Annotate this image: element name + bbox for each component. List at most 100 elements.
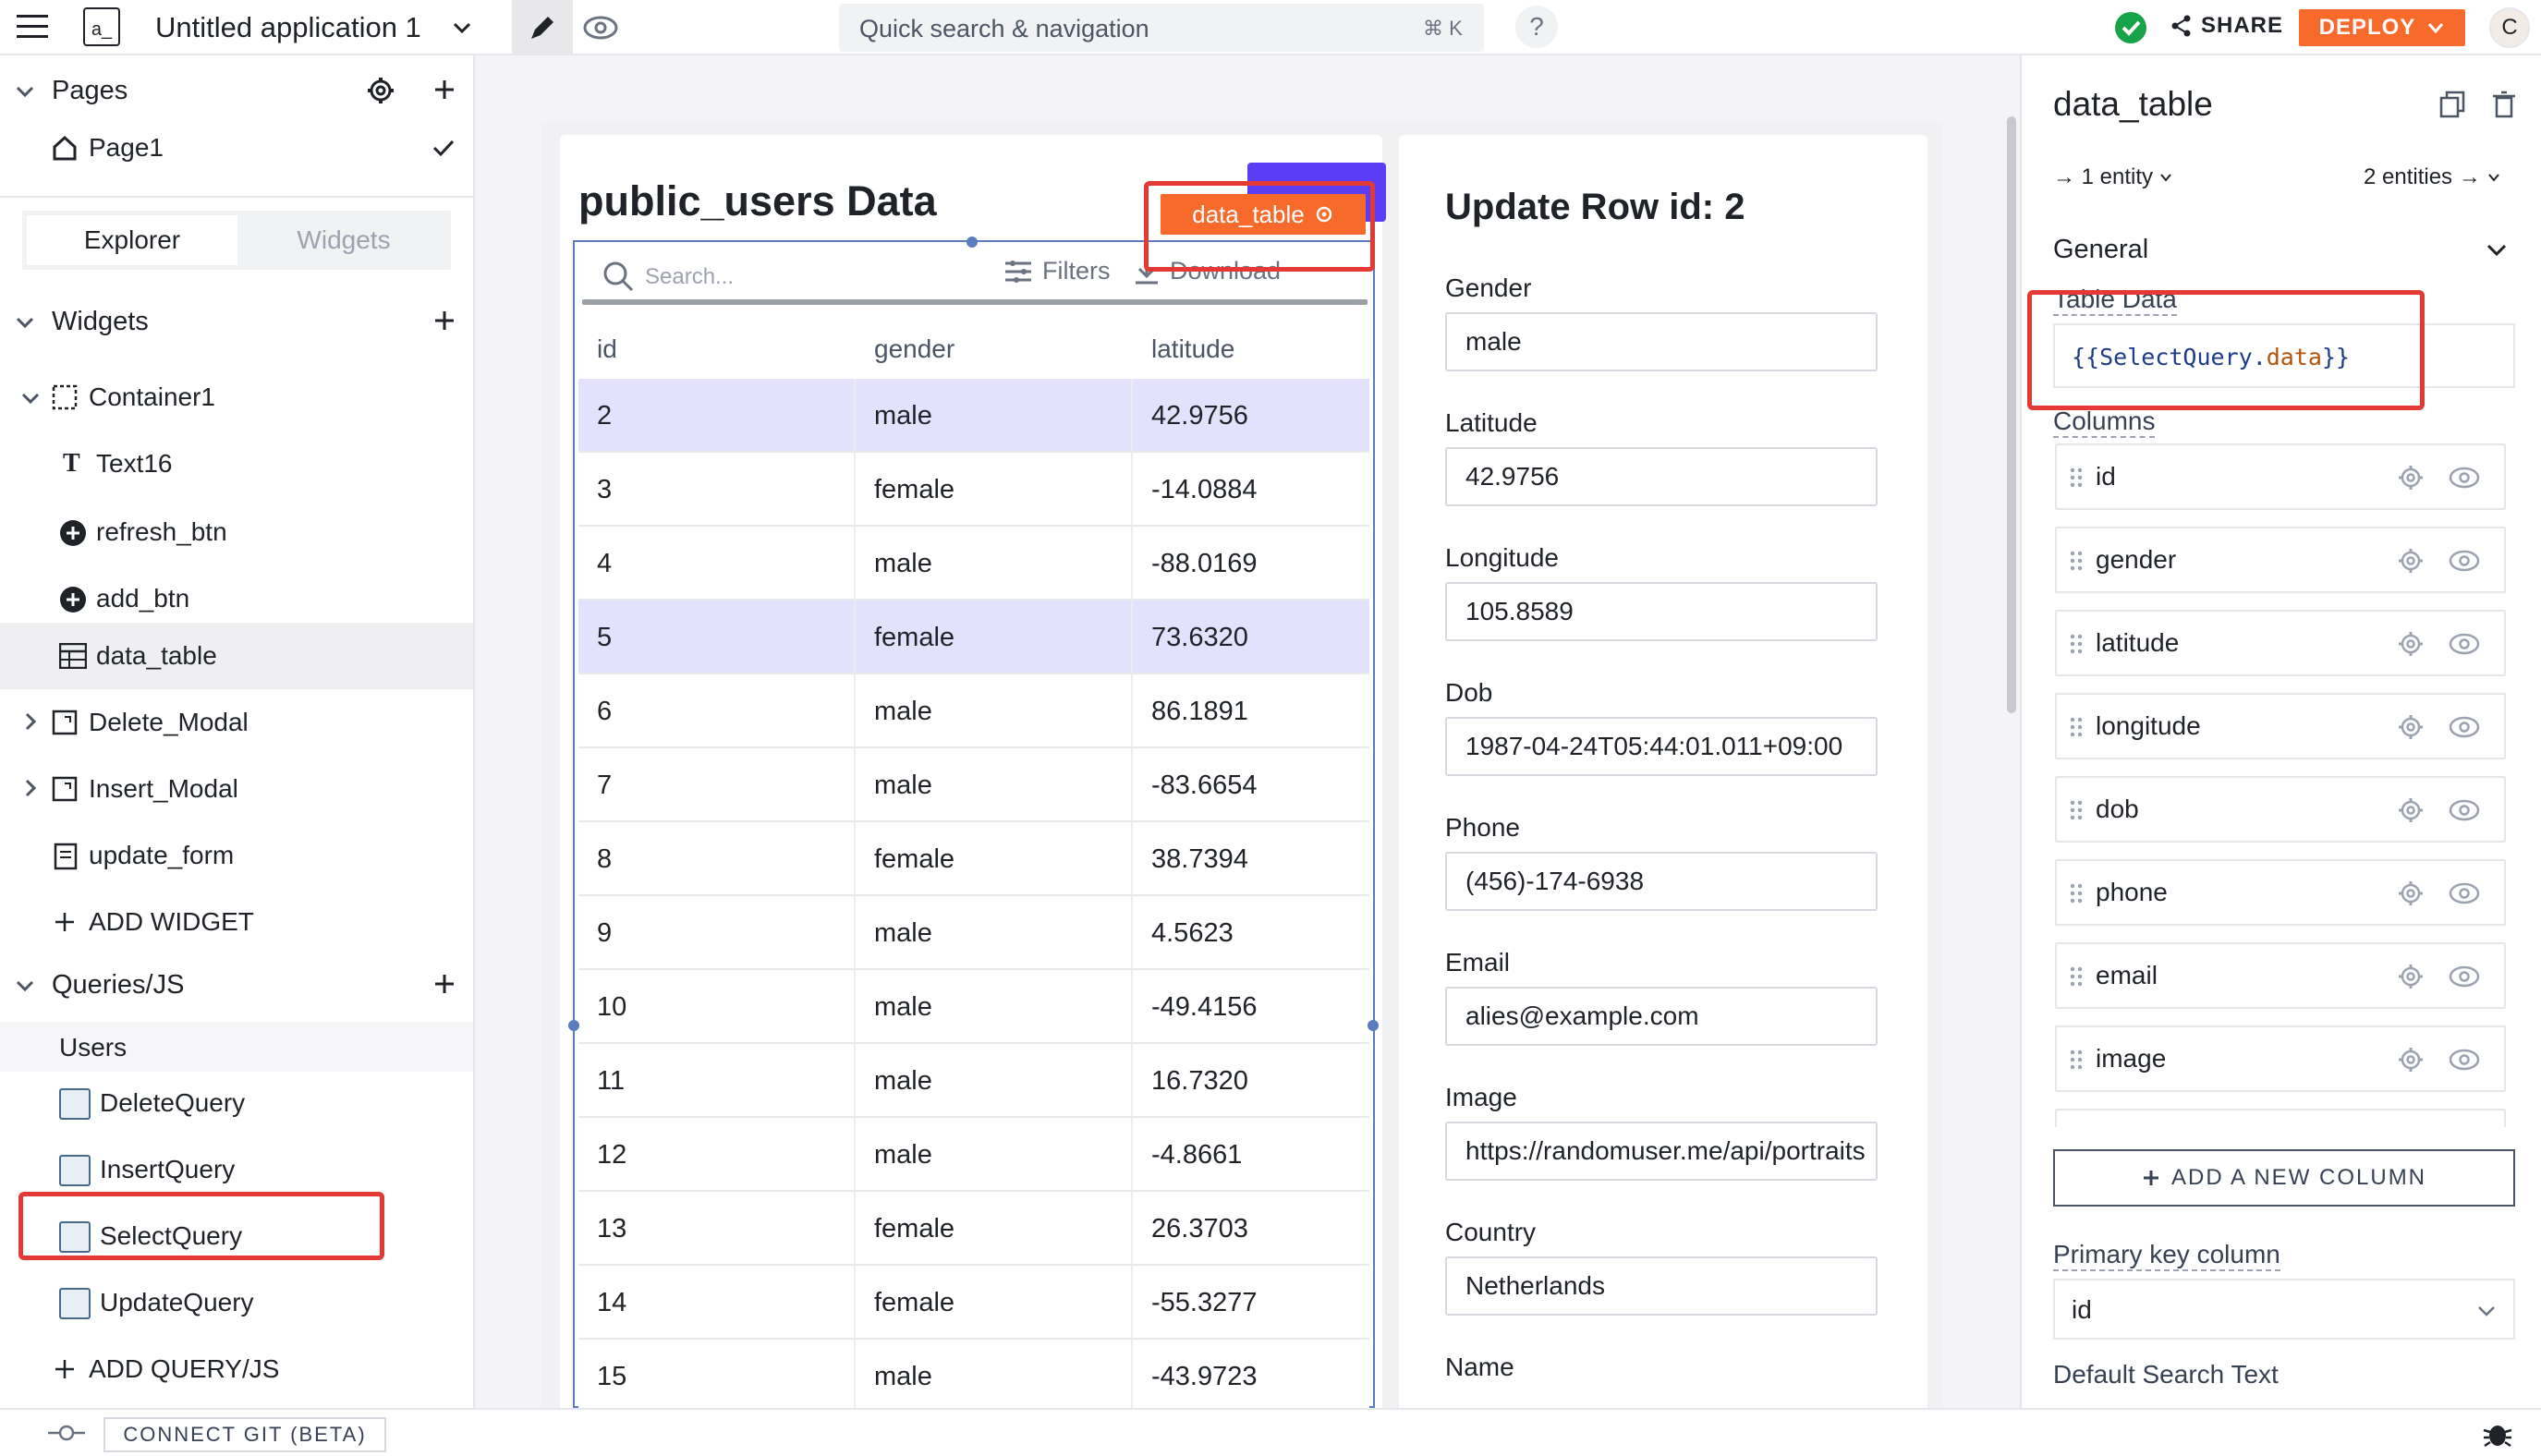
column-config-item[interactable]: gender — [2055, 527, 2506, 593]
outgoing-entities[interactable]: 2 entities → — [2364, 164, 2501, 190]
gear-icon[interactable] — [2397, 547, 2425, 575]
app-title[interactable]: Untitled application 1 — [155, 11, 421, 44]
column-header[interactable]: gender — [874, 334, 954, 364]
drag-handle-icon[interactable] — [2070, 467, 2083, 488]
deploy-button[interactable]: DEPLOY — [2299, 9, 2465, 46]
chevron-down-icon[interactable] — [15, 976, 35, 996]
add-query-icon[interactable] — [432, 972, 456, 996]
drag-handle-icon[interactable] — [2070, 966, 2083, 987]
form-field-input[interactable]: male — [1445, 312, 1878, 371]
column-config-item[interactable]: phone — [2055, 859, 2506, 926]
gear-icon[interactable] — [2397, 796, 2425, 824]
query-item-updatequery[interactable]: UpdateQuery — [0, 1271, 473, 1336]
share-button[interactable]: SHARE — [2171, 13, 2283, 39]
gear-icon[interactable] — [2397, 630, 2425, 658]
form-field-input[interactable]: 1987-04-24T05:44:01.011+09:00 — [1445, 717, 1878, 776]
eye-icon[interactable] — [2449, 881, 2480, 905]
drag-handle-icon[interactable] — [2070, 634, 2083, 654]
table-row[interactable]: 15 male -43.9723 — [578, 1340, 1369, 1414]
avatar[interactable]: C — [2489, 7, 2530, 48]
section-general[interactable]: General — [2053, 229, 2515, 273]
table-row[interactable]: 8 female 38.7394 — [578, 822, 1369, 896]
download-button[interactable]: Download — [1133, 257, 1281, 285]
eye-icon[interactable] — [2449, 715, 2480, 739]
help-button[interactable]: ? — [1515, 6, 1558, 48]
tree-item-refresh-btn[interactable]: refresh_btn — [0, 499, 473, 564]
incoming-entities[interactable]: → 1 entity — [2053, 164, 2173, 190]
table-row[interactable]: 3 female -14.0884 — [578, 453, 1369, 527]
drag-handle-icon[interactable] — [2070, 800, 2083, 820]
query-item-selectquery[interactable]: SelectQuery — [0, 1205, 473, 1269]
tree-item-text16[interactable]: T Text16 — [0, 432, 473, 497]
table-row[interactable]: 5 female 73.6320 — [578, 601, 1369, 674]
tree-item-update-form[interactable]: update_form — [0, 824, 473, 889]
drag-handle-icon[interactable] — [2070, 1050, 2083, 1070]
tree-item-delete-modal[interactable]: Delete_Modal — [0, 691, 473, 756]
tree-item-data-table[interactable]: data_table — [0, 623, 473, 689]
drag-handle-icon[interactable] — [2070, 883, 2083, 904]
eye-icon[interactable] — [2449, 1048, 2480, 1072]
add-query-link[interactable]: ADD QUERY/JS — [0, 1338, 473, 1402]
eye-icon[interactable] — [2449, 632, 2480, 656]
form-field-input[interactable]: 105.8589 — [1445, 582, 1878, 641]
tree-item-add-btn[interactable]: add_btn — [0, 565, 473, 630]
form-field-input[interactable]: alies@example.com — [1445, 987, 1878, 1046]
eye-icon[interactable] — [2449, 466, 2480, 490]
preview-mode-button[interactable] — [580, 9, 621, 46]
column-config-item[interactable]: email — [2055, 942, 2506, 1009]
drag-handle-icon[interactable] — [2070, 717, 2083, 737]
resize-handle[interactable] — [967, 237, 978, 248]
chevron-down-icon[interactable] — [15, 312, 35, 333]
table-row[interactable]: 2 male 42.9756 — [578, 379, 1369, 453]
delete-icon[interactable] — [2491, 91, 2517, 118]
column-config-item[interactable]: longitude — [2055, 693, 2506, 759]
eye-icon[interactable] — [2449, 965, 2480, 989]
resize-handle[interactable] — [568, 1020, 579, 1031]
widget-name-title[interactable]: data_table — [2053, 85, 2213, 124]
resize-handle[interactable] — [1368, 1020, 1379, 1031]
table-row[interactable]: 6 male 86.1891 — [578, 674, 1369, 748]
column-config-item[interactable]: latitude — [2055, 610, 2506, 676]
table-row[interactable]: 13 female 26.3703 — [578, 1192, 1369, 1266]
gear-icon[interactable] — [366, 76, 395, 105]
bug-icon[interactable] — [2482, 1419, 2513, 1449]
form-field-input[interactable]: (456)-174-6938 — [1445, 852, 1878, 911]
table-search[interactable]: Search... — [602, 255, 806, 296]
app-logo[interactable]: a_ — [83, 7, 120, 46]
chevron-down-icon[interactable] — [451, 17, 473, 39]
copy-icon[interactable] — [2439, 91, 2465, 118]
eye-icon[interactable] — [2449, 798, 2480, 822]
gear-icon[interactable] — [2397, 880, 2425, 907]
tab-widgets[interactable]: Widgets — [240, 215, 447, 265]
gear-icon[interactable] — [2397, 464, 2425, 491]
table-row[interactable]: 4 male -88.0169 — [578, 527, 1369, 601]
menu-icon[interactable] — [17, 13, 48, 41]
gear-icon[interactable] — [2397, 1046, 2425, 1074]
page-item-page1[interactable]: Page1 — [0, 122, 473, 174]
primary-key-select[interactable]: id — [2053, 1279, 2515, 1340]
form-field-input[interactable]: 42.9756 — [1445, 447, 1878, 506]
column-config-item[interactable]: dob — [2055, 776, 2506, 843]
column-header[interactable]: latitude — [1151, 334, 1234, 364]
table-row[interactable]: 9 male 4.5623 — [578, 896, 1369, 970]
form-field-input[interactable]: Netherlands — [1445, 1256, 1878, 1316]
drag-handle-icon[interactable] — [2070, 551, 2083, 571]
add-widget-icon[interactable] — [432, 309, 456, 333]
column-config-item[interactable] — [2055, 1109, 2506, 1127]
add-widget-link[interactable]: ADD WIDGET — [0, 891, 473, 955]
table-row[interactable]: 10 male -49.4156 — [578, 970, 1369, 1044]
filters-button[interactable]: Filters — [1003, 257, 1111, 285]
chevron-down-icon[interactable] — [15, 81, 35, 102]
tree-item-insert-modal[interactable]: Insert_Modal — [0, 758, 473, 822]
query-item-insertquery[interactable]: InsertQuery — [0, 1138, 473, 1203]
column-config-item[interactable]: image — [2055, 1025, 2506, 1092]
table-row[interactable]: 7 male -83.6654 — [578, 748, 1369, 822]
widget-name-tag[interactable]: data_table — [1161, 194, 1366, 235]
gear-icon[interactable] — [2397, 963, 2425, 990]
canvas-scrollbar[interactable] — [2007, 116, 2016, 713]
form-field-input[interactable]: https://randomuser.me/api/portraits — [1445, 1122, 1878, 1181]
tab-explorer[interactable]: Explorer — [27, 215, 237, 265]
quick-search[interactable]: Quick search & navigation ⌘ K — [839, 4, 1484, 52]
add-page-icon[interactable] — [432, 78, 456, 102]
connect-git-button[interactable]: CONNECT GIT (BETA) — [103, 1417, 386, 1452]
